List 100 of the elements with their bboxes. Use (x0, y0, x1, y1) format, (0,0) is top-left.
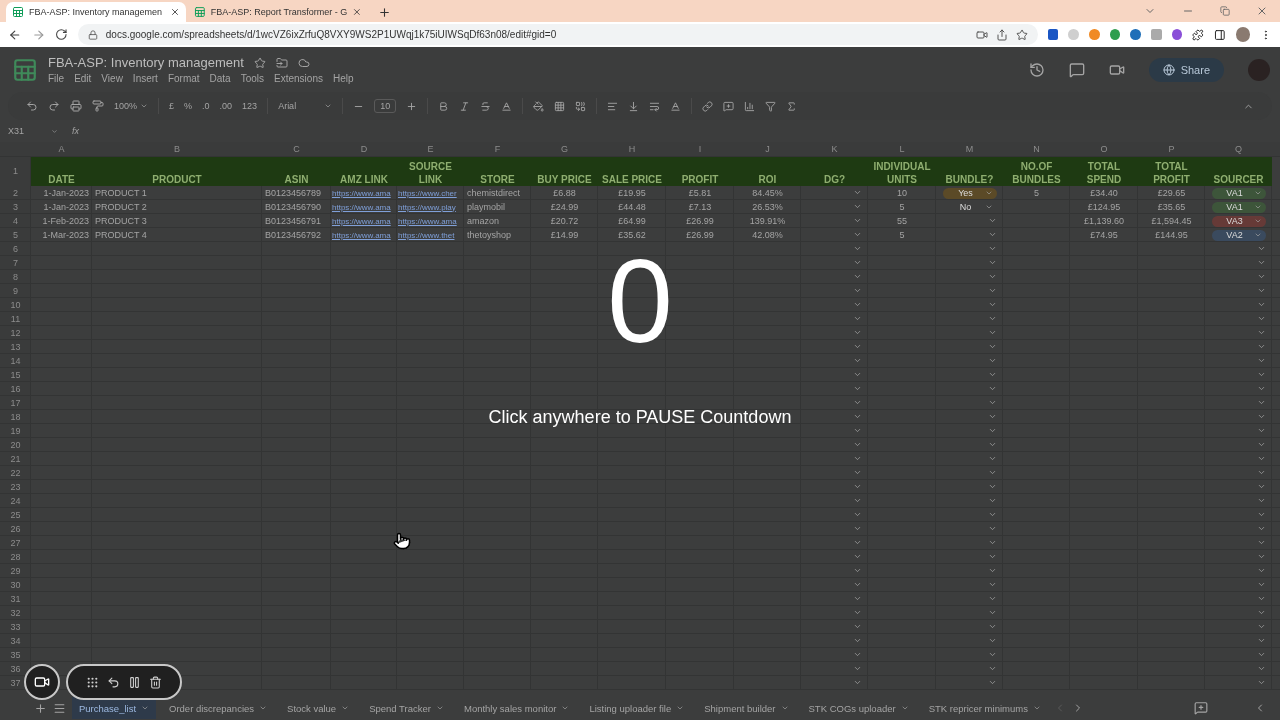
sheets-logo-icon[interactable] (12, 56, 38, 83)
row-number[interactable]: 26 (10, 523, 21, 535)
print-icon[interactable] (70, 100, 82, 112)
filter-icon[interactable] (765, 100, 777, 112)
avatar-icon[interactable] (1235, 27, 1251, 42)
chart-icon[interactable] (744, 100, 756, 112)
sheet-tab[interactable]: Shipment builder (697, 697, 796, 719)
explore-icon[interactable] (1194, 701, 1208, 715)
link[interactable]: https://www.ama (332, 201, 391, 213)
row-number[interactable]: 14 (10, 355, 21, 367)
drag-handle-icon[interactable] (86, 675, 99, 689)
sheet-tab[interactable]: Order discrepancies (162, 697, 275, 719)
row-number[interactable]: 23 (10, 481, 21, 493)
document-title[interactable]: FBA-ASP: Inventory management (48, 55, 244, 70)
new-tab-icon[interactable] (378, 6, 391, 19)
row-number[interactable]: 29 (10, 565, 21, 577)
column-header[interactable]: O (1100, 143, 1108, 155)
increase-size-icon[interactable] (406, 100, 418, 112)
menu-item[interactable]: View (101, 73, 123, 84)
link[interactable]: https://www.play (398, 201, 456, 213)
column-header[interactable]: Q (1235, 143, 1242, 155)
row-number[interactable]: 12 (10, 327, 21, 339)
column-header[interactable]: A (58, 143, 65, 155)
sheet-tab[interactable]: STK COGs uploader (801, 697, 916, 719)
row-number[interactable]: 10 (10, 299, 21, 311)
column-header[interactable]: M (965, 143, 974, 155)
sheet-tab[interactable]: Spend Tracker (362, 697, 451, 719)
sheet-tab[interactable]: Listing uploader file (582, 697, 692, 719)
column-header[interactable]: E (427, 143, 434, 155)
undo-icon[interactable] (107, 675, 120, 689)
cloud-icon[interactable] (297, 56, 310, 69)
column-header[interactable]: B (174, 143, 180, 155)
browser-tab[interactable]: FBA-ASP: Inventory managemen (6, 2, 186, 22)
caret-icon[interactable] (141, 704, 150, 712)
extension-icon[interactable] (1109, 29, 1121, 40)
caret-icon[interactable] (51, 127, 58, 135)
caret-icon[interactable] (324, 102, 333, 110)
side-panel-icon[interactable] (1214, 28, 1226, 41)
menu-item[interactable]: Data (209, 73, 231, 84)
row-number[interactable]: 30 (10, 579, 21, 591)
menu-item[interactable]: File (48, 73, 65, 84)
row-number[interactable]: 5 (13, 229, 18, 241)
name-box[interactable]: X31 (8, 126, 58, 136)
column-header[interactable]: P (1168, 143, 1175, 155)
menu-item[interactable]: Help (332, 73, 354, 84)
fill-color-icon[interactable] (533, 100, 545, 112)
row-number[interactable]: 28 (10, 551, 21, 563)
bookmark-icon[interactable] (1015, 28, 1028, 41)
row-number[interactable]: 25 (10, 509, 21, 521)
row-number[interactable]: 22 (10, 467, 21, 479)
row-number[interactable]: 18 (10, 411, 21, 423)
history-icon[interactable] (1028, 61, 1045, 78)
functions-icon[interactable] (786, 100, 798, 112)
row-number[interactable]: 33 (10, 621, 21, 633)
borders-icon[interactable] (554, 100, 566, 112)
column-header[interactable]: K (831, 143, 838, 155)
extension-icon[interactable] (1171, 29, 1183, 40)
close-icon[interactable] (170, 7, 180, 17)
row-number[interactable]: 35 (10, 649, 21, 661)
zoom-select[interactable]: 100% (114, 101, 149, 111)
caret-icon[interactable] (676, 704, 685, 712)
back-icon[interactable] (8, 27, 22, 42)
font-size-field[interactable]: 10 (374, 99, 397, 113)
share-button[interactable]: Share (1148, 57, 1224, 82)
delete-icon[interactable] (149, 675, 162, 689)
align-icon[interactable] (607, 100, 619, 112)
row-number[interactable]: 36 (10, 663, 21, 675)
row-number[interactable]: 16 (10, 383, 21, 395)
menu-item[interactable]: Format (167, 73, 200, 84)
increase-decimal-button[interactable]: .00 (219, 101, 233, 111)
extension-icon[interactable] (1047, 29, 1059, 40)
star-icon[interactable] (253, 56, 266, 69)
bundle-dropdown[interactable]: Yes (942, 187, 997, 199)
percent-button[interactable]: % (184, 101, 193, 111)
camera-button[interactable] (24, 664, 60, 700)
comments-icon[interactable] (1068, 61, 1085, 78)
row-number[interactable]: 11 (10, 313, 21, 325)
row-number[interactable]: 4 (13, 215, 18, 227)
close-icon[interactable] (352, 7, 362, 17)
italic-icon[interactable] (459, 100, 471, 112)
sheet-tab[interactable]: Monthly sales monitor (456, 697, 577, 719)
row-number[interactable]: 8 (13, 271, 18, 283)
wrap-icon[interactable] (649, 100, 661, 112)
forward-icon[interactable] (31, 27, 46, 42)
row-number[interactable]: 17 (10, 397, 21, 409)
caret-icon[interactable] (780, 704, 789, 712)
row-number[interactable]: 21 (10, 453, 21, 465)
camera-icon[interactable] (34, 674, 50, 690)
extensions-icon[interactable] (1192, 28, 1205, 41)
sheet-tab[interactable]: STK repricer minimums (921, 697, 1048, 719)
caret-icon[interactable] (435, 704, 444, 712)
row-number[interactable]: 7 (13, 257, 18, 269)
undo-icon[interactable] (26, 100, 38, 112)
row-number[interactable]: 20 (10, 439, 21, 451)
row-number[interactable]: 31 (10, 593, 21, 605)
row-number[interactable]: 34 (10, 635, 21, 647)
currency-button[interactable]: £ (169, 101, 175, 111)
sheets-icon[interactable] (12, 6, 24, 18)
link[interactable]: https://www.ama (398, 215, 457, 227)
restore-icon[interactable] (1220, 6, 1230, 16)
